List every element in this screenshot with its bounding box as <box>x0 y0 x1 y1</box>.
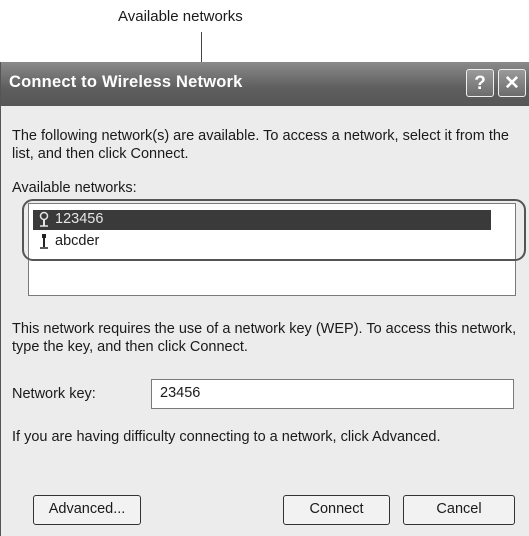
callout-highlight-frame <box>22 199 526 261</box>
network-key-input[interactable]: 23456 <box>151 379 514 409</box>
close-button[interactable]: ✕ <box>498 69 526 97</box>
window-title: Connect to Wireless Network <box>9 73 243 91</box>
connect-button[interactable]: Connect <box>283 495 390 525</box>
title-bar: Connect to Wireless Network ? ✕ <box>1 62 529 106</box>
intro-text: The following network(s) are available. … <box>12 128 509 162</box>
connect-wireless-dialog: Connect to Wireless Network ? ✕ The foll… <box>0 62 529 536</box>
available-networks-callout: Available networks <box>118 8 243 25</box>
advanced-button[interactable]: Advanced... <box>33 495 141 525</box>
difficulty-text: If you are having difficulty connecting … <box>12 429 441 445</box>
help-button[interactable]: ? <box>466 69 494 97</box>
network-key-label: Network key: <box>12 386 96 402</box>
wep-info-text: This network requires the use of a netwo… <box>12 321 517 355</box>
available-networks-label: Available networks: <box>12 180 137 196</box>
cancel-button[interactable]: Cancel <box>403 495 515 525</box>
